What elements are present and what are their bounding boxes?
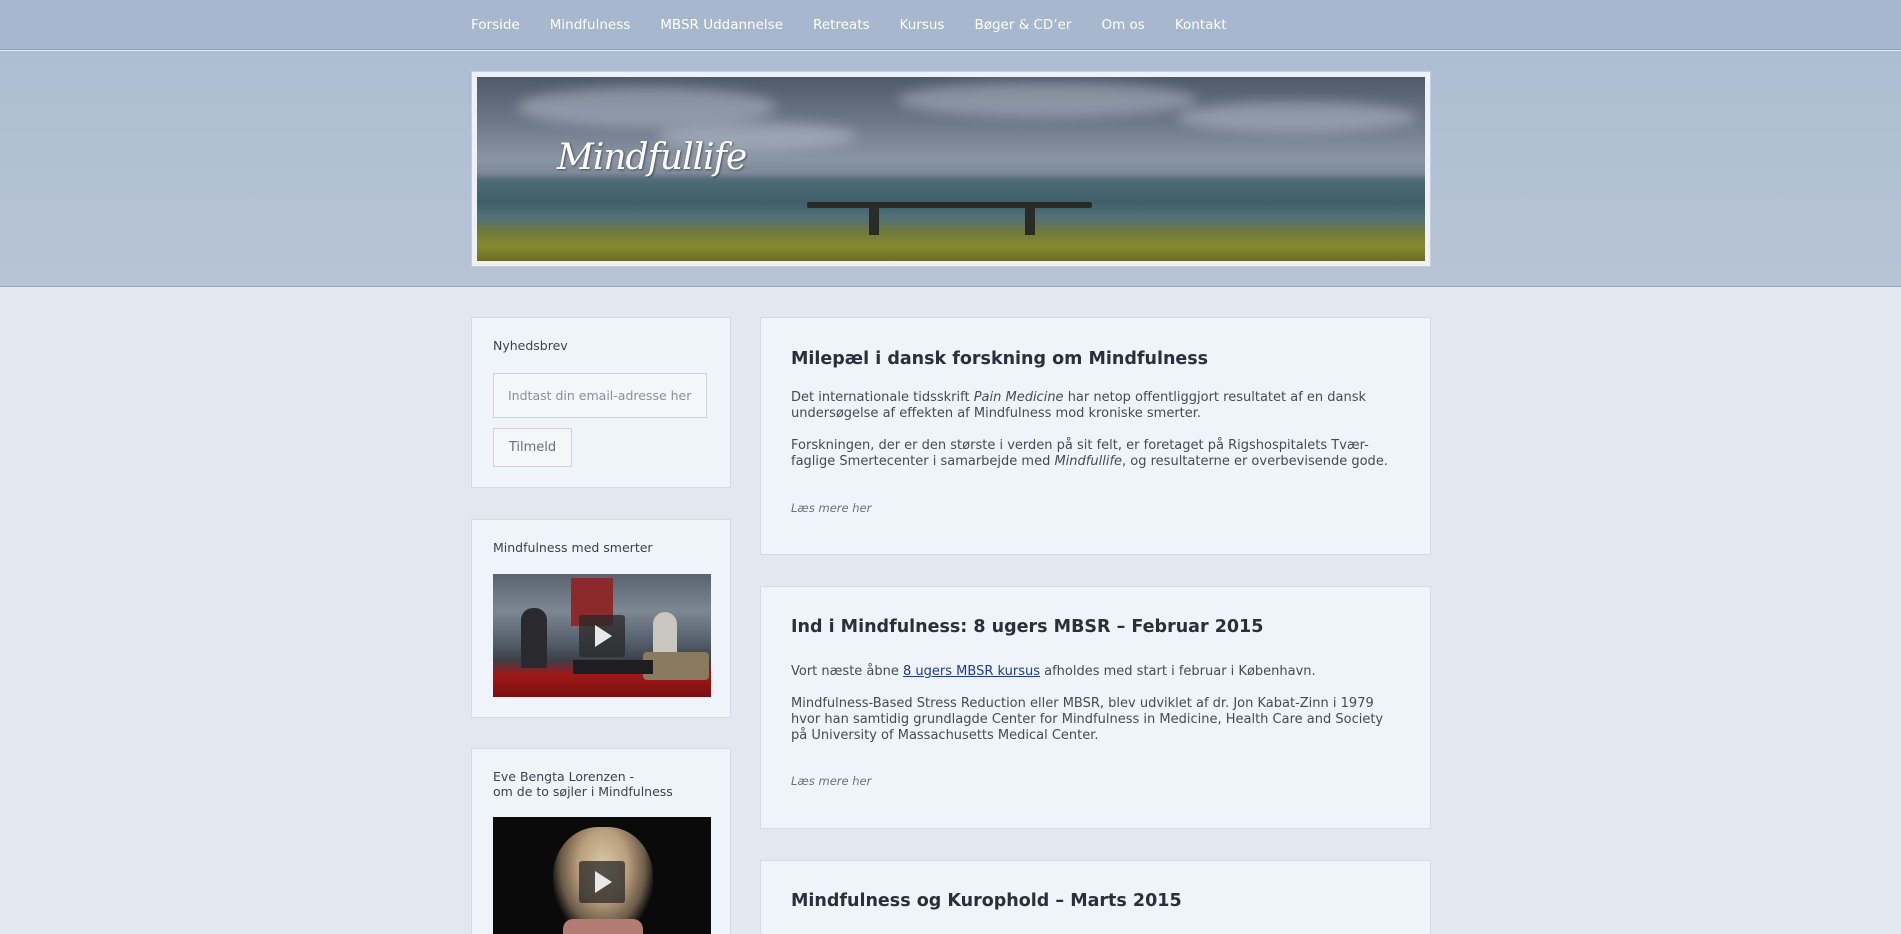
play-icon[interactable] [579, 861, 625, 903]
post-card-1: Milepæl i dansk forskning om Mindfulness… [760, 317, 1431, 555]
post-title-2[interactable]: Ind i Mindfulness: 8 ugers MBSR – Februa… [791, 617, 1263, 637]
header-banner[interactable]: Mindfullife [471, 71, 1431, 267]
nav-item-retreats[interactable]: Retreats [813, 17, 870, 33]
nav-item-forside[interactable]: Forside [471, 17, 520, 33]
video-title-1: Mindfulness med smerter [493, 540, 653, 555]
play-icon[interactable] [579, 614, 625, 657]
nav-item-mindfulness[interactable]: Mindfulness [550, 17, 631, 33]
banner-image: Mindfullife [477, 77, 1425, 261]
post-2-paragraph-2: Mindfulness-Based Stress Reduction eller… [791, 696, 1384, 743]
email-input[interactable] [493, 373, 707, 418]
post-card-3: Mindfulness og Kurophold – Marts 2015 [760, 860, 1431, 934]
bench-graphic [807, 202, 1092, 208]
post-card-2: Ind i Mindfulness: 8 ugers MBSR – Februa… [760, 586, 1431, 829]
subscribe-button[interactable]: Tilmeld [493, 428, 572, 467]
post-title-3[interactable]: Mindfulness og Kurophold – Marts 2015 [791, 891, 1182, 911]
nav-item-om-os[interactable]: Om os [1101, 17, 1144, 33]
top-navigation: Forside Mindfulness MBSR Uddannelse Retr… [0, 0, 1901, 50]
video-title-2-line1: Eve Bengta Lorenzen - [493, 769, 635, 784]
newsletter-widget: Nyhedsbrev Tilmeld [471, 317, 731, 488]
nav-item-mbsr-uddannelse[interactable]: MBSR Uddannelse [660, 17, 783, 33]
video-widget-2: Eve Bengta Lorenzen - om de to søjler i … [471, 748, 731, 934]
video-title-2: Eve Bengta Lorenzen - om de to søjler i … [493, 769, 673, 799]
post-title-1[interactable]: Milepæl i dansk forskning om Mindfulness [791, 349, 1208, 369]
nav-item-kontakt[interactable]: Kontakt [1175, 17, 1227, 33]
video-thumbnail-1[interactable] [493, 574, 711, 697]
video-widget-1: Mindfulness med smerter [471, 519, 731, 718]
nav-menu: Forside Mindfulness MBSR Uddannelse Retr… [471, 0, 1257, 50]
nav-item-kursus[interactable]: Kursus [900, 17, 945, 33]
post-1-paragraph-1: Det internationale tidsskrift Pain Medic… [791, 390, 1367, 421]
mbsr-course-link[interactable]: 8 ugers MBSR kursus [903, 664, 1040, 679]
post-2-paragraph-1: Vort næste åbne 8 ugers MBSR kursus afho… [791, 664, 1316, 679]
video-thumbnail-2[interactable] [493, 817, 711, 934]
video-title-2-line2: om de to søjler i Mindfulness [493, 784, 673, 799]
post-1-paragraph-2: Forskningen, der er den største i verden… [791, 438, 1388, 469]
newsletter-title: Nyhedsbrev [493, 338, 568, 353]
site-logo: Mindfullife [557, 137, 747, 178]
nav-item-boger-cder[interactable]: Bøger & CD’er [974, 17, 1071, 33]
read-more-link-1[interactable]: Læs mere her [791, 501, 871, 515]
read-more-link-2[interactable]: Læs mere her [791, 774, 871, 788]
